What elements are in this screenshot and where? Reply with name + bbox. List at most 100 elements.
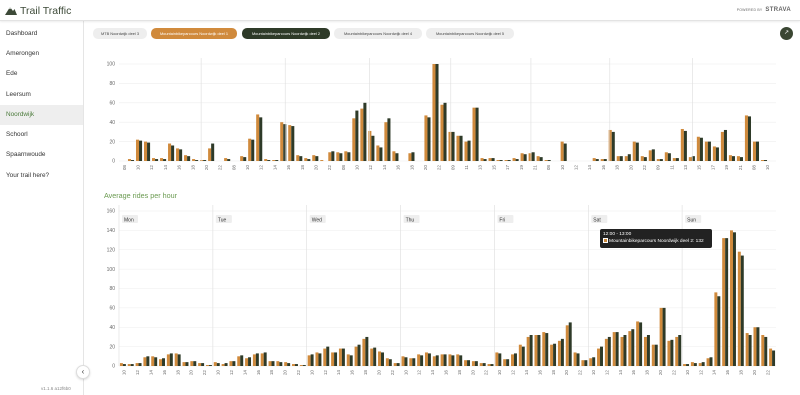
bar-deel-2	[339, 153, 343, 161]
app-logo[interactable]: Trail Traffic	[5, 4, 71, 17]
x-tick-label: 14	[382, 165, 387, 171]
x-tick-label: 14	[430, 370, 435, 376]
sidebar-item-noordwijk[interactable]: Noordwijk	[0, 105, 83, 125]
x-tick-label: 18	[551, 370, 556, 376]
bar-deel-1	[480, 158, 484, 161]
bar-deel-1	[536, 156, 540, 161]
bar-deel-2	[467, 360, 471, 366]
bar-deel-1	[620, 336, 624, 366]
bar-deel-1	[127, 159, 132, 161]
x-tick-label: 20	[628, 165, 633, 171]
bar-deel-1	[643, 336, 647, 366]
bar-deel-1	[675, 336, 679, 366]
bar-deel-2	[138, 363, 142, 366]
x-tick-label: 18	[645, 370, 650, 376]
sidebar-item-leersum[interactable]: Leersum	[0, 85, 83, 105]
bar-deel-1	[496, 160, 500, 161]
bar-deel-2	[459, 355, 463, 366]
bar-deel-2	[404, 357, 408, 366]
bar-deel-2	[568, 322, 572, 366]
bar-deel-1	[190, 361, 194, 366]
app-title: Trail Traffic	[20, 4, 72, 17]
x-tick-label: 12	[259, 165, 264, 171]
bar-deel-1	[143, 357, 147, 366]
bar-deel-2	[667, 153, 671, 161]
x-tick-label: 20	[376, 370, 381, 376]
bar-deel-2	[603, 159, 607, 161]
x-tick-label: 22	[218, 165, 223, 171]
bar-deel-1	[520, 153, 524, 161]
sidebar-item-your-trail[interactable]: Your trail here?	[0, 166, 83, 186]
bar-deel-2	[294, 364, 298, 366]
bar-deel-1	[604, 338, 608, 366]
bar-deel-1	[174, 353, 178, 366]
charts-canvas: 02040608010008 10 12 14 16 18 20 22 08 10 12 14 16 18…	[107, 58, 776, 376]
version-label: v1.1.6 a12f6b0	[41, 386, 71, 391]
bar-deel-1	[288, 125, 292, 161]
x-tick-label: 10	[355, 165, 360, 171]
bar-deel-1	[706, 358, 710, 366]
bar-deel-1	[127, 364, 131, 366]
bar-deel-1	[608, 129, 612, 161]
bar-deel-2	[646, 335, 650, 366]
bar-deel-1	[160, 158, 164, 161]
x-tick-label: 18	[457, 370, 462, 376]
bar-deel-2	[483, 159, 487, 161]
bar-deel-1	[581, 360, 585, 366]
bar-deel-2	[643, 157, 647, 161]
bar-deel-1	[698, 363, 702, 366]
bar-deel-1	[512, 158, 516, 161]
x-tick-label: 16	[537, 370, 542, 376]
tooltip-swatch	[603, 238, 608, 243]
bar-deel-2	[243, 157, 247, 161]
x-tick-label: 16	[350, 370, 355, 376]
sidebar-item-amerongen[interactable]: Amerongen	[0, 44, 83, 64]
x-tick-label: 17	[710, 165, 715, 171]
bar-deel-2	[732, 232, 736, 366]
bar-deel-2	[467, 140, 471, 161]
bar-deel-2	[271, 361, 275, 366]
x-tick-label: 10	[245, 165, 250, 171]
sidebar-item-ede[interactable]: Ede	[0, 64, 83, 84]
x-tick-label: 17	[505, 165, 510, 171]
bar-deel-2	[287, 363, 291, 366]
bar-deel-1	[280, 122, 284, 161]
x-tick-label: 20	[564, 370, 569, 376]
bar-deel-2	[307, 159, 311, 161]
bar-deel-1	[600, 159, 604, 161]
bar-deel-2	[513, 353, 517, 366]
x-tick-label: 10	[216, 370, 221, 376]
sidebar-item-spaarnwoude[interactable]: Spaarnwoude	[0, 145, 83, 165]
x-tick-label: 12	[511, 370, 516, 376]
sidebar-item-dashboard[interactable]: Dashboard	[0, 24, 83, 44]
bar-deel-2	[326, 346, 330, 366]
x-tick-label: 11	[464, 165, 469, 170]
collapse-sidebar-button[interactable]: ‹	[76, 365, 90, 379]
x-tick-label: 16	[177, 165, 182, 171]
bar-deel-2	[707, 141, 711, 161]
sidebar-item-schoorl[interactable]: Schoorl	[0, 125, 83, 145]
bar-deel-1	[362, 338, 366, 366]
bar-deel-2	[373, 347, 377, 366]
x-tick-label: 14	[712, 370, 717, 376]
bar-deel-1	[176, 148, 180, 161]
bar-deel-1	[376, 145, 380, 161]
bar-deel-2	[537, 335, 541, 366]
x-tick-label: 10	[136, 165, 141, 171]
bar-deel-1	[237, 356, 241, 366]
bar-deel-2	[764, 336, 768, 366]
bar-deel-1	[299, 365, 303, 366]
bar-deel-1	[296, 155, 300, 161]
bar-deel-2	[693, 363, 697, 366]
bar-deel-2	[592, 357, 596, 366]
x-tick-label: 08	[122, 165, 127, 171]
bar-deel-1	[221, 364, 225, 366]
bar-deel-2	[507, 160, 511, 161]
x-tick-label: 14	[524, 370, 529, 376]
bar-deel-1	[696, 136, 700, 161]
bar-deel-2	[560, 338, 564, 366]
bar-deel-1	[135, 139, 140, 161]
chart-tooltip: 12:00 - 13:00 Mountainbikeparcours Noord…	[600, 229, 712, 248]
bar-deel-1	[664, 152, 668, 161]
bar-deel-2	[411, 152, 415, 161]
